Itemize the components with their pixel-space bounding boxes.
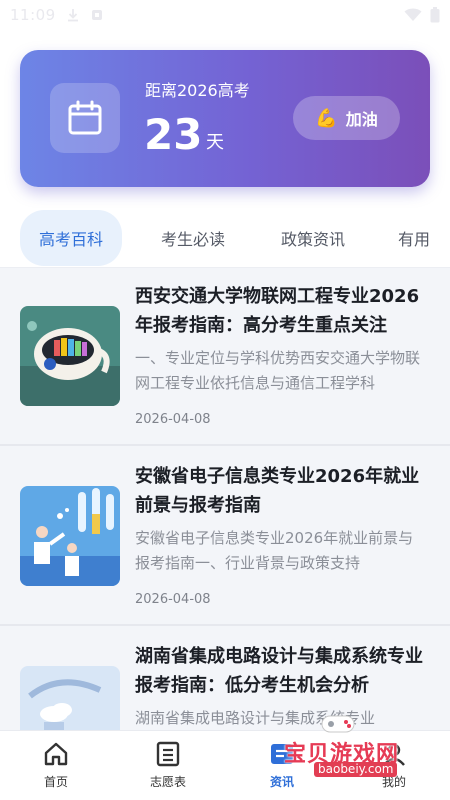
article-summary: 湖南省集成电路设计与集成系统专业 — [135, 709, 376, 727]
calendar-icon — [50, 83, 120, 153]
article-thumbnail — [20, 306, 120, 406]
cheer-button-label: 加油 — [345, 110, 378, 129]
article-item[interactable]: 湖南省集成电路设计与集成系统专业报考指南：低分考生机会分析 湖南省集成电路设计与… — [0, 628, 450, 730]
nav-volunteer-form-label: 志愿表 — [149, 775, 186, 789]
cheer-button[interactable]: 💪 加油 — [293, 96, 400, 140]
tab-useful[interactable]: 有用 — [384, 208, 450, 267]
battery-icon — [430, 7, 440, 23]
nav-news-label: 资讯 — [269, 775, 294, 789]
nav-home-label: 首页 — [43, 775, 68, 789]
article-item[interactable]: 西安交通大学物联网工程专业2026年报考指南：高分考生重点关注 一、专业定位与学… — [0, 268, 450, 446]
article-title: 西安交通大学物联网工程专业2026年报考指南：高分考生重点关注 — [135, 286, 420, 336]
tab-must-read[interactable]: 考生必读 — [142, 208, 244, 267]
article-thumbnail — [20, 486, 120, 586]
article-item[interactable]: 安徽省电子信息类专业2026年就业前景与报考指南 安徽省电子信息类专业2026年… — [0, 448, 450, 626]
nav-home[interactable]: 首页 — [16, 741, 96, 797]
status-bar: 11:09 — [0, 0, 450, 30]
nav-volunteer-form[interactable]: 志愿表 — [128, 741, 208, 797]
countdown-title: 距离2026高考 — [145, 81, 250, 100]
nav-news[interactable]: 资讯 — [242, 741, 322, 797]
notification-icon — [91, 10, 102, 20]
nav-mine[interactable]: 我的 — [354, 741, 434, 797]
user-icon — [383, 743, 405, 766]
news-icon — [271, 744, 293, 764]
countdown-days: 23 — [144, 110, 203, 159]
nav-mine-label: 我的 — [381, 775, 406, 789]
tab-policy-news[interactable]: 政策资讯 — [262, 208, 364, 267]
article-list: 西安交通大学物联网工程专业2026年报考指南：高分考生重点关注 一、专业定位与学… — [0, 268, 450, 730]
article-date: 2026-04-08 — [135, 592, 211, 607]
exam-countdown-card: 距离2026高考 23 天 💪 加油 — [20, 50, 430, 187]
wifi-icon — [404, 8, 422, 21]
article-date: 2026-04-08 — [135, 412, 211, 427]
flexed-biceps-icon: 💪 — [315, 107, 338, 129]
header-area: 距离2026高考 23 天 💪 加油 — [0, 30, 450, 208]
article-thumbnail — [20, 666, 120, 730]
home-icon — [44, 742, 68, 766]
bottom-navigation: 首页 志愿表 资讯 我的 — [0, 730, 450, 800]
article-title: 安徽省电子信息类专业2026年就业前景与报考指南 — [135, 466, 420, 516]
status-time: 11:09 — [10, 6, 56, 24]
tab-gaokao-encyclopedia[interactable]: 高考百科 — [20, 210, 122, 266]
list-icon — [156, 741, 180, 767]
download-icon — [67, 9, 78, 22]
article-summary: 安徽省电子信息类专业2026年就业前景与报考指南一、行业背景与政策支持 — [135, 529, 414, 572]
category-tabs: 高考百科 考生必读 政策资讯 有用 — [0, 208, 450, 268]
article-summary: 一、专业定位与学科优势西安交通大学物联网工程专业依托信息与通信工程学科 — [135, 349, 421, 392]
countdown-unit: 天 — [206, 132, 224, 153]
article-title: 湖南省集成电路设计与集成系统专业报考指南：低分考生机会分析 — [135, 646, 423, 696]
